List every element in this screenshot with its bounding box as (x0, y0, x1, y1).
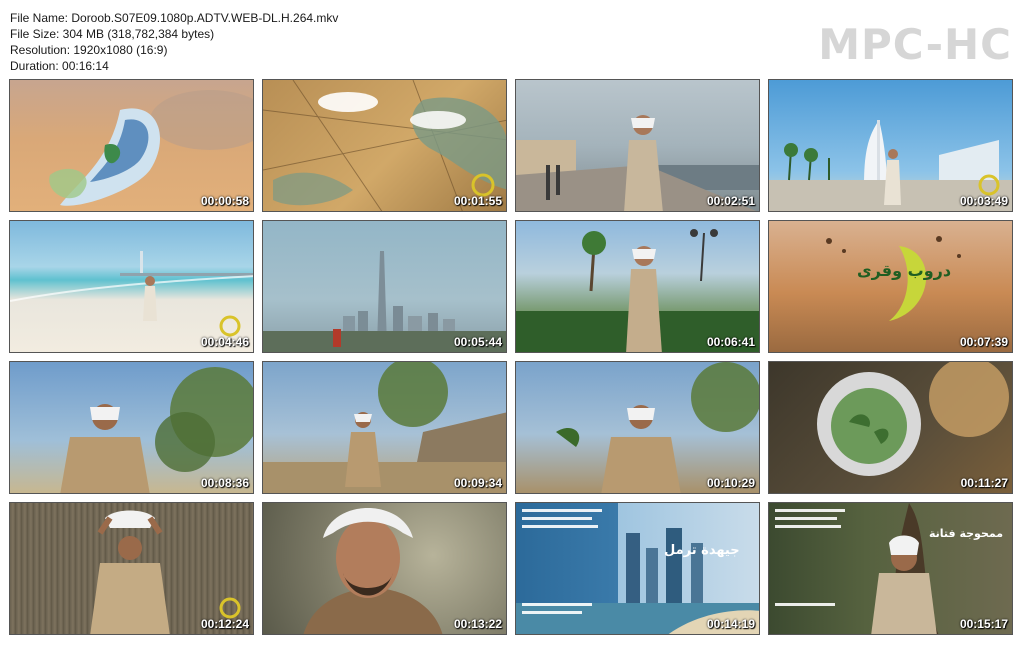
title-logo-scene (826, 236, 961, 321)
bowl-scene (817, 362, 1009, 476)
thumbnail-grid: 00:00:58 00:01:55 00:02:51 00:03:49 00:0… (9, 79, 1014, 636)
file-name: File Name: Doroob.S07E09.1080p.ADTV.WEB-… (10, 11, 339, 25)
thumbnail-13: 00:12:24 (9, 502, 254, 635)
timestamp: 00:13:22 (453, 617, 502, 631)
tree-crouch-scene (263, 362, 506, 493)
map-scene (263, 80, 506, 211)
timestamp: 00:08:36 (200, 476, 249, 490)
park-scene (516, 229, 759, 352)
thumbnail-8: دروب وقرى 00:07:39 (768, 220, 1013, 353)
duration: Duration: 00:16:14 (10, 59, 109, 73)
timestamp: 00:02:51 (706, 194, 755, 208)
thumbnail-1: 00:00:58 (9, 79, 254, 212)
title-logo-text: دروب وقرى (857, 261, 952, 280)
thumbnail-7: 00:06:41 (515, 220, 760, 353)
timestamp: 00:09:34 (453, 476, 502, 490)
beach-scene (10, 251, 253, 337)
timestamp: 00:14:19 (706, 617, 755, 631)
file-size: File Size: 304 MB (318,782,384 bytes) (10, 27, 215, 41)
timestamp: 00:07:39 (959, 335, 1008, 349)
timestamp: 00:04:46 (200, 335, 249, 349)
thumbnail-3: 00:02:51 (515, 79, 760, 212)
timestamp: 00:10:29 (706, 476, 755, 490)
burj-scene (769, 120, 1012, 211)
thumbnail-10: 00:09:34 (262, 361, 507, 494)
mpc-hc-logo: MPC-HC (818, 20, 1012, 69)
credits-tree-scene (775, 503, 939, 634)
closeup-scene (303, 508, 443, 634)
timestamp: 00:15:17 (959, 617, 1008, 631)
timestamp: 00:05:44 (453, 335, 502, 349)
thumbnail-4: 00:03:49 (768, 79, 1013, 212)
credits-city-scene (516, 509, 759, 634)
hut-scene (90, 510, 241, 634)
thumbnail-15: جيهدة ترمل 00:14:19 (515, 502, 760, 635)
timestamp: 00:06:41 (706, 335, 755, 349)
credits-title: ممحوجة فتانة (929, 527, 1004, 540)
file-info: File Name: Doroob.S07E09.1080p.ADTV.WEB-… (10, 10, 338, 74)
timestamp: 00:00:58 (200, 194, 249, 208)
resolution: Resolution: 1920x1080 (16:9) (10, 43, 168, 57)
credits-title: جيهدة ترمل (664, 543, 740, 558)
waterfront-scene (516, 115, 759, 211)
thumbnail-14: 00:13:22 (262, 502, 507, 635)
thumbnail-5: 00:04:46 (9, 220, 254, 353)
timestamp: 00:01:55 (453, 194, 502, 208)
timestamp: 00:03:49 (959, 194, 1008, 208)
desert-scene (49, 90, 253, 206)
thumbnail-12: 00:11:27 (768, 361, 1013, 494)
timestamp: 00:12:24 (200, 617, 249, 631)
skyline-scene (263, 251, 506, 352)
timestamp: 00:11:27 (960, 476, 1008, 490)
tree-host-scene (60, 367, 253, 493)
tree-talk-scene (556, 362, 759, 493)
thumbnail-9: 00:08:36 (9, 361, 254, 494)
thumbnail-2: 00:01:55 (262, 79, 507, 212)
thumbnail-16: ممحوجة فتانة 00:15:17 (768, 502, 1013, 635)
thumbnail-11: 00:10:29 (515, 361, 760, 494)
thumbnail-6: 00:05:44 (262, 220, 507, 353)
